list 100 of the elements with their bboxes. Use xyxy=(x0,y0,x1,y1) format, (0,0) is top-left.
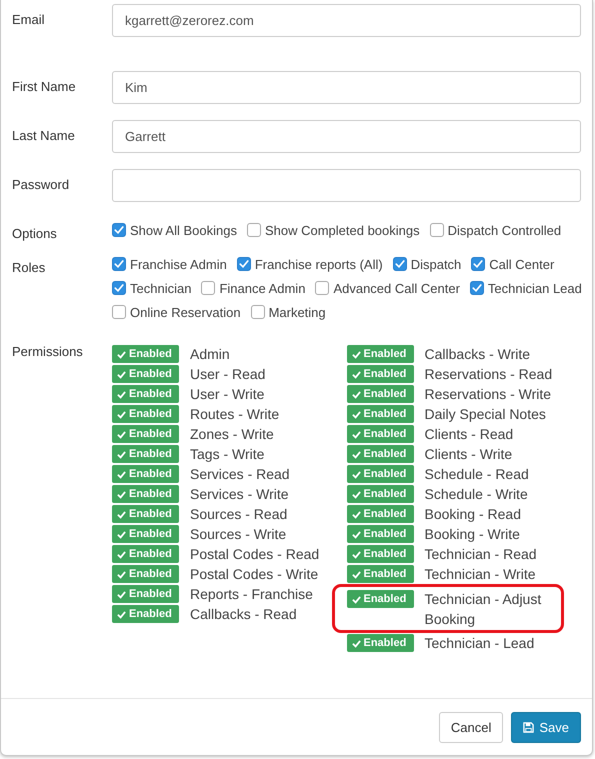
checkbox[interactable] xyxy=(246,223,261,237)
permission-label: Clients - Read xyxy=(424,425,514,444)
input-field[interactable] xyxy=(112,169,581,202)
permission-label: Tags - Write xyxy=(190,445,266,464)
check-icon xyxy=(352,510,360,518)
checkbox[interactable] xyxy=(471,257,486,271)
input-field[interactable]: kgarrett@zerorez.com xyxy=(112,4,581,37)
permission-label: Callbacks - Read xyxy=(190,605,298,624)
check-icon xyxy=(117,390,126,398)
field-label: Last Name xyxy=(12,127,76,145)
checkbox-label: Show All Bookings xyxy=(130,222,237,238)
input-field[interactable]: Kim xyxy=(112,71,581,104)
check-icon xyxy=(352,570,360,578)
check-icon xyxy=(117,550,126,558)
permission-label: Technician - Adjust Booking xyxy=(424,590,542,629)
checkbox[interactable] xyxy=(236,257,251,271)
check-icon xyxy=(352,390,360,398)
check-icon xyxy=(117,590,126,598)
field-label: Roles xyxy=(12,259,46,277)
checkbox[interactable] xyxy=(315,281,330,295)
check-icon xyxy=(117,450,126,458)
badge-text: Enabled xyxy=(129,387,172,402)
check-icon xyxy=(117,490,126,498)
badge-text: Enabled xyxy=(364,592,406,607)
checkbox-label: Advanced Call Center xyxy=(333,280,460,296)
permission-label: Postal Codes - Read xyxy=(190,545,320,564)
checkbox-label: Marketing xyxy=(268,304,326,320)
permission-label: Services - Write xyxy=(190,485,290,504)
checkbox-label: Franchise Admin xyxy=(130,256,227,272)
permission-label: Clients - Write xyxy=(424,445,514,464)
badge-text: Enabled xyxy=(364,387,406,402)
permission-label: Technician - Read xyxy=(424,545,538,564)
checkbox-label: Show Completed bookings xyxy=(264,222,420,238)
badge-text: Enabled xyxy=(364,487,406,502)
field-label: Password xyxy=(12,176,70,194)
check-icon xyxy=(352,450,360,458)
check-icon xyxy=(352,350,360,358)
checkbox-label: Online Reservation xyxy=(130,304,241,320)
badge-text: Enabled xyxy=(129,587,172,602)
permission-label: Services - Read xyxy=(190,465,291,484)
badge-text: Enabled xyxy=(129,467,172,482)
check-icon xyxy=(352,430,360,438)
badge-text: Enabled xyxy=(364,467,406,482)
checkbox[interactable] xyxy=(250,305,265,319)
checkbox-label: Finance Admin xyxy=(219,280,306,296)
badge-text: Enabled xyxy=(364,427,406,442)
checkbox[interactable] xyxy=(430,223,444,237)
badge-text: Enabled xyxy=(129,427,172,442)
badge-text: Enabled xyxy=(364,347,406,362)
badge-text: Enabled xyxy=(129,507,172,522)
checkbox[interactable] xyxy=(470,281,484,295)
check-icon xyxy=(117,610,126,618)
badge-text: Enabled xyxy=(364,547,406,562)
checkbox[interactable] xyxy=(112,223,126,237)
check-icon xyxy=(117,470,126,478)
checkbox-label: Franchise reports (All) xyxy=(254,256,383,272)
badge-text: Enabled xyxy=(129,347,172,362)
check-icon xyxy=(352,594,360,604)
field-label: Email xyxy=(12,11,46,29)
permission-label: Postal Codes - Write xyxy=(190,565,320,584)
check-icon xyxy=(352,490,360,498)
permission-label: User - Read xyxy=(190,365,266,384)
permission-label: Reports - Franchise xyxy=(190,585,314,604)
checkbox[interactable] xyxy=(201,281,216,295)
badge-text: Enabled xyxy=(129,367,172,382)
badge-text: Enabled xyxy=(364,407,406,422)
field-label: First Name xyxy=(12,78,77,96)
permission-label: Callbacks - Write xyxy=(424,345,532,364)
checkbox[interactable] xyxy=(112,305,126,319)
badge-text: Enabled xyxy=(129,607,172,622)
badge-text: Enabled xyxy=(364,367,406,382)
permission-label: Schedule - Read xyxy=(424,465,530,484)
check-icon xyxy=(117,430,126,438)
check-icon xyxy=(117,410,126,418)
checkbox[interactable] xyxy=(112,281,126,295)
badge-text: Enabled xyxy=(129,447,172,462)
input-field[interactable]: Garrett xyxy=(112,120,581,153)
check-icon xyxy=(117,510,126,518)
permission-label: Routes - Write xyxy=(190,405,280,424)
check-icon xyxy=(352,470,360,478)
check-icon xyxy=(117,570,126,578)
field-label: Permissions xyxy=(12,344,84,361)
cancel-button[interactable]: Cancel xyxy=(438,712,504,742)
check-icon xyxy=(352,370,360,378)
checkbox-label: Dispatch Controlled xyxy=(448,222,562,238)
checkbox[interactable] xyxy=(112,257,126,271)
permission-label: Sources - Write xyxy=(190,525,288,544)
checkbox-label: Technician xyxy=(130,280,192,296)
checkbox[interactable] xyxy=(392,257,407,271)
badge-text: Enabled xyxy=(129,547,172,562)
save-button[interactable]: Save xyxy=(511,712,581,742)
permission-label: Booking - Read xyxy=(424,505,522,524)
check-icon xyxy=(117,370,126,378)
check-icon xyxy=(352,530,360,538)
permission-label: Booking - Write xyxy=(424,525,521,544)
check-icon xyxy=(117,350,126,358)
badge-text: Enabled xyxy=(129,407,172,422)
checkbox-label: Technician Lead xyxy=(488,280,582,296)
permission-label: Technician - Lead xyxy=(424,634,536,653)
check-icon xyxy=(352,550,360,558)
